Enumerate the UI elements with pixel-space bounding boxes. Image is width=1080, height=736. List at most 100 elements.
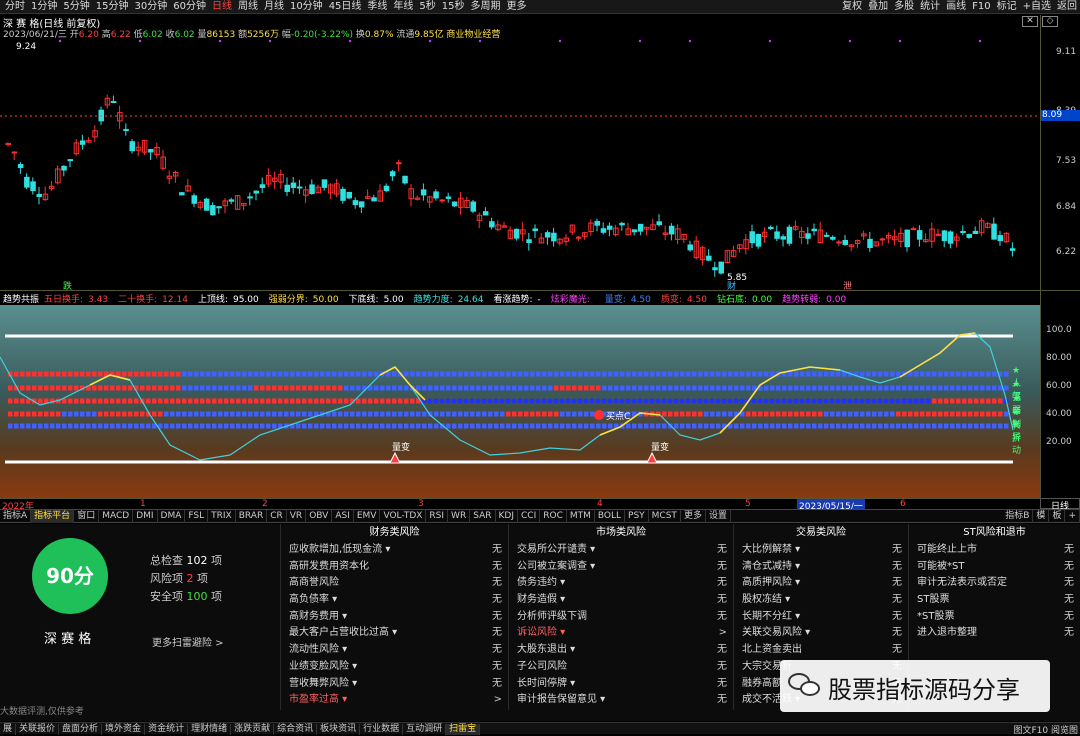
footer-tab[interactable]: 理财情绪 xyxy=(188,724,232,735)
indicator-tab[interactable]: RSI xyxy=(426,510,449,523)
period-tab[interactable]: 5秒 xyxy=(419,0,435,14)
tool-button[interactable]: 叠加 xyxy=(868,0,888,14)
risk-row[interactable]: 债务违约 ▾ 无 xyxy=(509,575,733,592)
period-tab[interactable]: 年线 xyxy=(393,0,413,14)
more-scan-link[interactable]: 更多扫雷避险 > xyxy=(152,634,224,649)
indicator-tab[interactable]: FSL xyxy=(185,510,209,523)
indicator-tab[interactable]: 窗口 xyxy=(74,510,100,523)
tool-button[interactable]: 多股 xyxy=(894,0,914,14)
risk-row[interactable]: 高负债率 ▾ 无 xyxy=(281,592,508,609)
indicator-tab[interactable]: 设置 xyxy=(706,510,731,523)
price-chart[interactable]: 深 赛 格(日线 前复权) ✕ ◇ 2023/06/21/三 开6.20 高6.… xyxy=(0,15,1080,292)
indicator-tab[interactable]: 指标A xyxy=(0,510,32,523)
daily-button[interactable]: 日线 xyxy=(1040,498,1080,512)
indicator-tab-right[interactable]: 板 xyxy=(1049,510,1066,523)
indicator-tab[interactable]: BRAR xyxy=(236,510,268,523)
indicator-tab[interactable]: ASI xyxy=(332,510,354,523)
indicator-tab[interactable]: MACD xyxy=(99,510,134,523)
footer-right-label[interactable]: 图文F10 阅览图 xyxy=(1014,723,1079,736)
period-tab[interactable]: 15秒 xyxy=(442,0,465,14)
footer-tab[interactable]: 盘面分析 xyxy=(59,724,103,735)
risk-row[interactable]: 高研发费用资本化 无 xyxy=(281,559,508,576)
risk-row[interactable]: 财务造假 ▾ 无 xyxy=(509,592,733,609)
risk-row[interactable]: 高商誉风险 无 xyxy=(281,575,508,592)
indicator-tab[interactable]: CCI xyxy=(518,510,541,523)
period-tab[interactable]: 15分钟 xyxy=(96,0,129,14)
risk-row[interactable]: 股权冻结 ▾ 无 xyxy=(734,592,908,609)
period-tab[interactable]: 多周期 xyxy=(471,0,501,14)
risk-row[interactable]: 大比例解禁 ▾ 无 xyxy=(734,542,908,559)
risk-row[interactable]: 关联交易风险 ▾ 无 xyxy=(734,625,908,642)
period-tab[interactable]: 30分钟 xyxy=(134,0,167,14)
risk-row[interactable]: 北上资金卖出 无 xyxy=(734,642,908,659)
indicator-tab[interactable]: ROC xyxy=(540,510,567,523)
period-tab[interactable]: 周线 xyxy=(238,0,258,14)
indicator-tab[interactable]: DMA xyxy=(158,510,186,523)
tool-button[interactable]: F10 xyxy=(972,0,990,14)
indicator-tab[interactable]: MTM xyxy=(567,510,595,523)
risk-row[interactable]: 诉讼风险 ▾ > xyxy=(509,625,733,642)
period-tab[interactable]: 60分钟 xyxy=(173,0,206,14)
risk-row[interactable]: 分析师评级下调 无 xyxy=(509,609,733,626)
indicator-tab-right[interactable]: + xyxy=(1065,510,1080,523)
risk-row[interactable]: 应收款增加,低现金流 ▾ 无 xyxy=(281,542,508,559)
risk-row[interactable]: 进入退市整理 无 xyxy=(909,625,1080,642)
tool-button[interactable]: +自选 xyxy=(1023,0,1051,14)
indicator-tab[interactable]: OBV xyxy=(306,510,333,523)
indicator-tab[interactable]: CR xyxy=(267,510,287,523)
indicator-tab[interactable]: TRIX xyxy=(208,510,236,523)
risk-row[interactable]: 子公司风险 无 xyxy=(509,659,733,676)
period-tab[interactable]: 更多 xyxy=(507,0,527,14)
period-tab[interactable]: 分时 xyxy=(5,0,25,14)
risk-row[interactable]: 可能终止上市 无 xyxy=(909,542,1080,559)
indicator-tab-right[interactable]: 模 xyxy=(1033,510,1050,523)
period-tab[interactable]: 季线 xyxy=(367,0,387,14)
period-tab[interactable]: 45日线 xyxy=(329,0,362,14)
indicator-tab[interactable]: PSY xyxy=(625,510,649,523)
risk-row[interactable]: 大股东退出 ▾ 无 xyxy=(509,642,733,659)
risk-row[interactable]: 业绩变脸风险 ▾ 无 xyxy=(281,659,508,676)
tool-button[interactable]: 复权 xyxy=(842,0,862,14)
risk-row[interactable]: 长期不分红 ▾ 无 xyxy=(734,609,908,626)
footer-tab[interactable]: 行业数据 xyxy=(360,724,404,735)
tool-button[interactable]: 返回 xyxy=(1057,0,1077,14)
indicator-tab[interactable]: DMI xyxy=(133,510,158,523)
risk-row[interactable]: 审计无法表示或否定 无 xyxy=(909,575,1080,592)
risk-row[interactable]: 审计报告保留意见 ▾ 无 xyxy=(509,692,733,709)
indicator-tab[interactable]: 指标平台 xyxy=(31,510,75,523)
risk-row[interactable]: 最大客户占营收比过高 ▾ 无 xyxy=(281,625,508,642)
risk-row[interactable]: 清仓式减持 ▾ 无 xyxy=(734,559,908,576)
risk-row[interactable]: ST股票 无 xyxy=(909,592,1080,609)
indicator-tab[interactable]: MCST xyxy=(649,510,681,523)
indicator-tab[interactable]: 更多 xyxy=(681,510,706,523)
tool-button[interactable]: 统计 xyxy=(920,0,940,14)
risk-row[interactable]: 公司被立案调查 ▾ 无 xyxy=(509,559,733,576)
risk-row[interactable]: 可能被*ST 无 xyxy=(909,559,1080,576)
footer-tab[interactable]: 展 xyxy=(0,724,17,735)
indicator-tab[interactable]: VR xyxy=(287,510,307,523)
risk-row[interactable]: *ST股票 无 xyxy=(909,609,1080,626)
tool-button[interactable]: 画线 xyxy=(946,0,966,14)
period-tab[interactable]: 1分钟 xyxy=(31,0,57,14)
indicator-tab[interactable]: VOL-TDX xyxy=(380,510,427,523)
period-tab[interactable]: 10分钟 xyxy=(290,0,323,14)
risk-row[interactable]: 流动性风险 ▾ 无 xyxy=(281,642,508,659)
indicator-tab-right[interactable]: 指标B xyxy=(1002,510,1034,523)
footer-tab[interactable]: 互动调研 xyxy=(403,724,447,735)
risk-row[interactable]: 高质押风险 ▾ 无 xyxy=(734,575,908,592)
footer-tab[interactable]: 扫雷宝 xyxy=(446,724,481,735)
footer-tab[interactable]: 境外资金 xyxy=(102,724,146,735)
risk-row[interactable]: 交易所公开谴责 ▾ 无 xyxy=(509,542,733,559)
period-tab[interactable]: 5分钟 xyxy=(63,0,89,14)
risk-row[interactable]: 长时间停牌 ▾ 无 xyxy=(509,676,733,693)
risk-row[interactable]: 市盈率过高 ▾ > xyxy=(281,692,508,709)
footer-tab[interactable]: 关联报价 xyxy=(16,724,60,735)
footer-tab[interactable]: 板块资讯 xyxy=(317,724,361,735)
indicator-tab[interactable]: WR xyxy=(448,510,471,523)
indicator-tab[interactable]: KDJ xyxy=(496,510,518,523)
indicator-tab[interactable]: EMV xyxy=(354,510,381,523)
tool-button[interactable]: 标记 xyxy=(997,0,1017,14)
footer-tab[interactable]: 涨跌贡献 xyxy=(231,724,275,735)
indicator-tab[interactable]: BOLL xyxy=(595,510,626,523)
period-tab[interactable]: 月线 xyxy=(264,0,284,14)
